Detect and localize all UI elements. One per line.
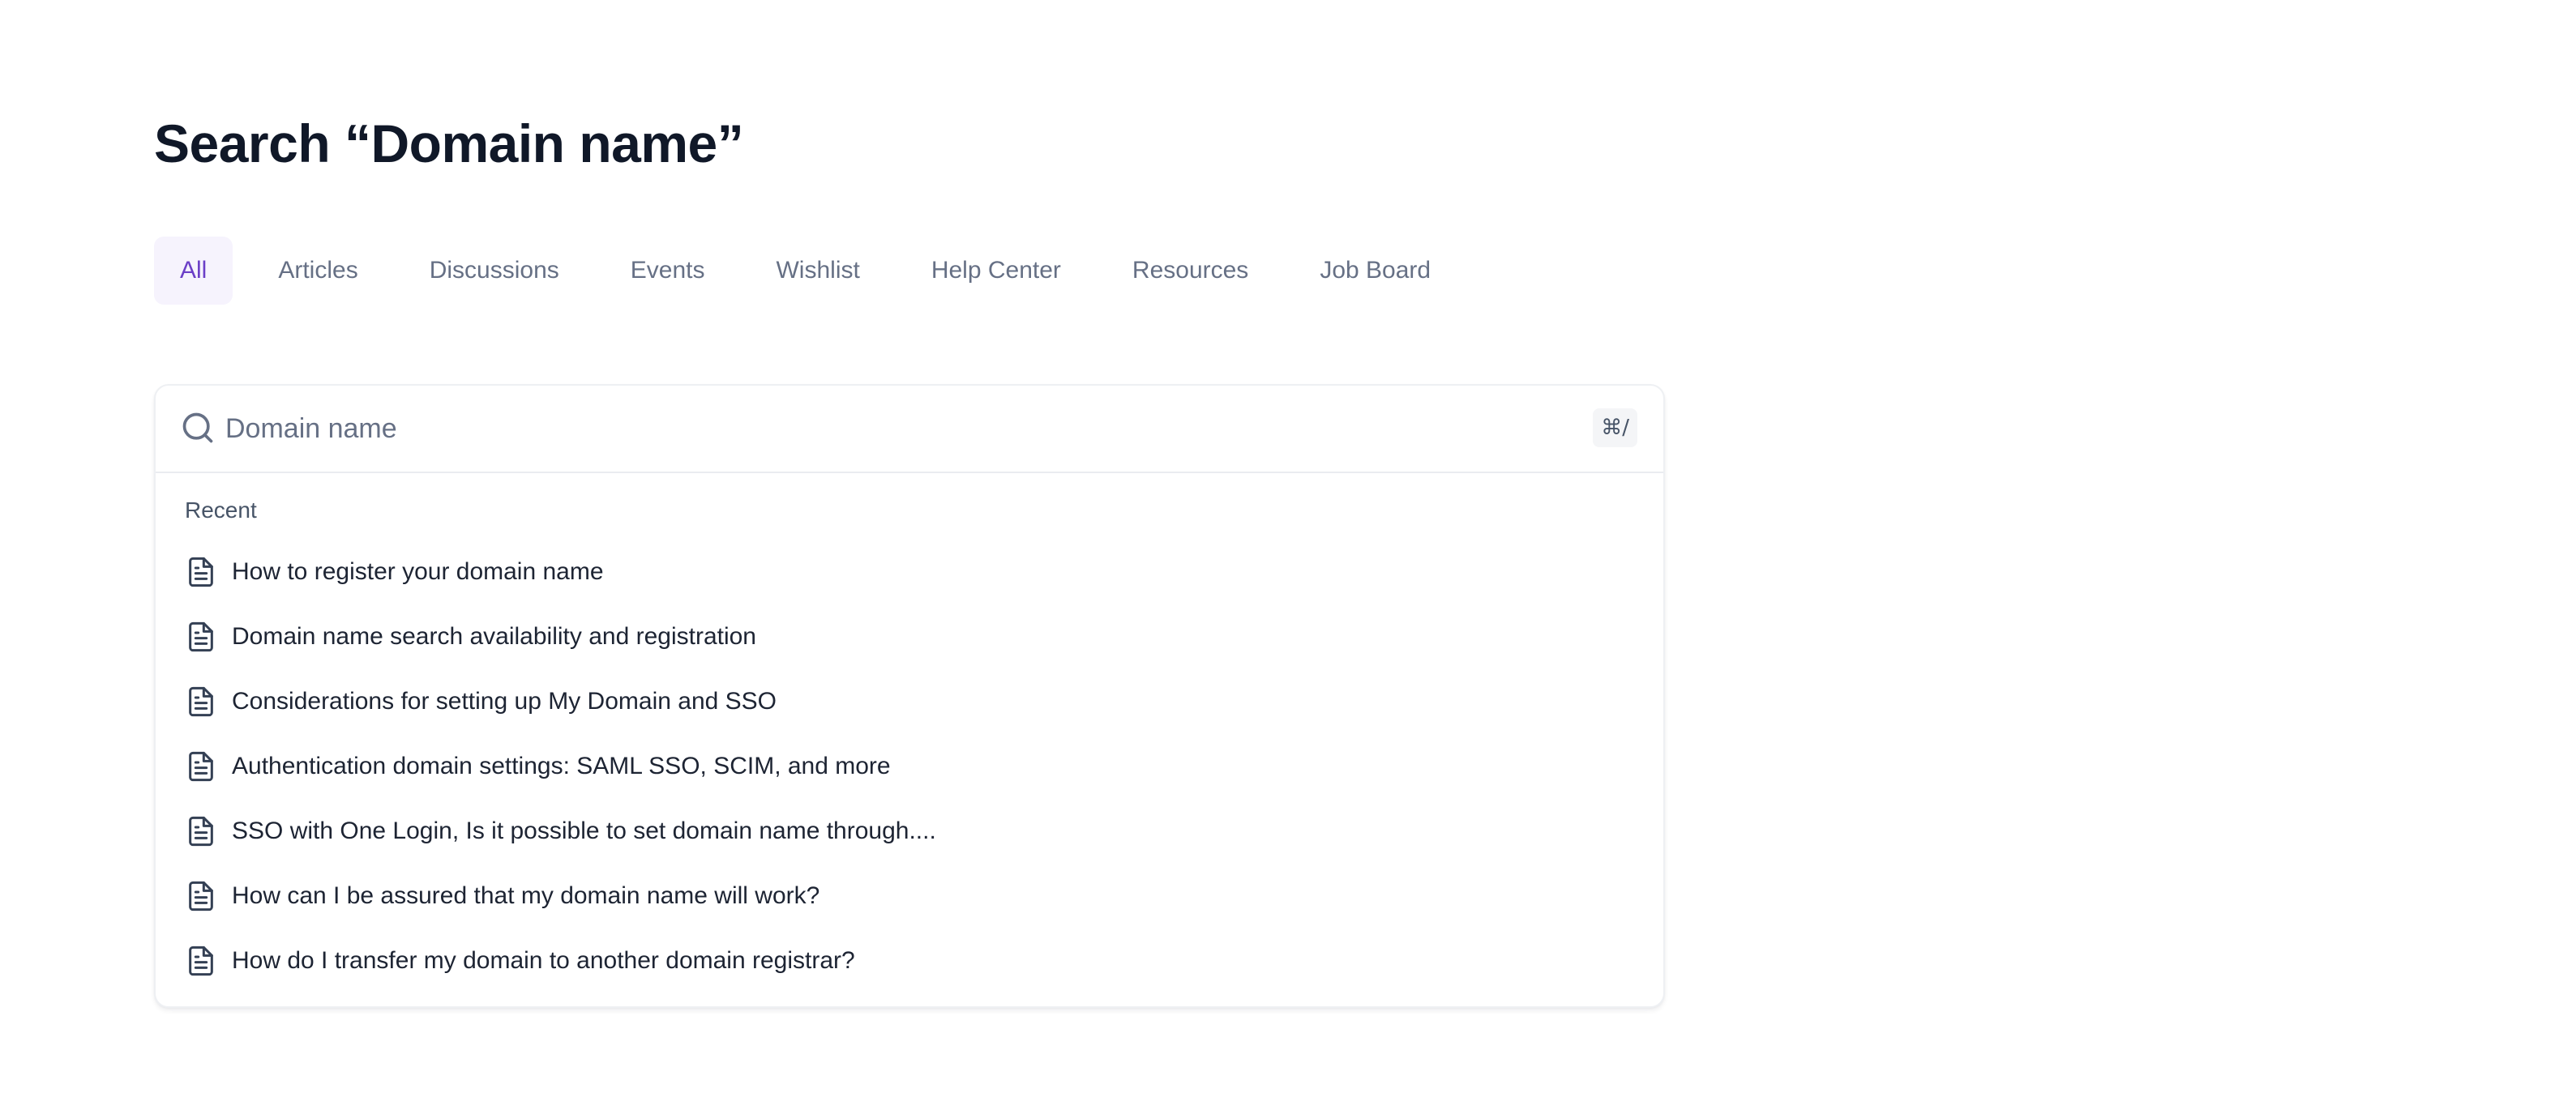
search-results-page: Search “Domain name” All Articles Discus… — [0, 0, 2576, 1110]
search-input[interactable] — [225, 405, 1522, 452]
result-title: Domain name search availability and regi… — [232, 623, 756, 650]
keyboard-shortcut-hint: ⌘/ — [1593, 408, 1637, 447]
list-item[interactable]: SSO with One Login, Is it possible to se… — [185, 799, 936, 864]
result-title: How do I transfer my domain to another d… — [232, 947, 855, 974]
result-title: SSO with One Login, Is it possible to se… — [232, 818, 936, 844]
list-item[interactable]: How can I be assured that my domain name… — [185, 864, 936, 929]
result-title: Authentication domain settings: SAML SSO… — [232, 753, 891, 779]
tab-resources[interactable]: Resources — [1106, 237, 1274, 305]
list-item[interactable]: How to register your domain name — [185, 540, 936, 604]
search-icon — [182, 412, 213, 443]
document-icon — [189, 946, 213, 976]
list-item[interactable]: Domain name search availability and regi… — [185, 604, 936, 669]
list-item[interactable]: Authentication domain settings: SAML SSO… — [185, 734, 936, 799]
tab-help-center[interactable]: Help Center — [905, 237, 1087, 305]
list-item[interactable]: How do I transfer my domain to another d… — [185, 929, 936, 993]
result-title: How can I be assured that my domain name… — [232, 882, 820, 909]
tab-articles[interactable]: Articles — [252, 237, 383, 305]
document-icon — [189, 751, 213, 782]
search-bar: ⌘/ — [156, 386, 1663, 473]
tab-discussions[interactable]: Discussions — [404, 237, 585, 305]
result-title: Considerations for setting up My Domain … — [232, 688, 777, 715]
search-panel: ⌘/ Recent How to register your domain na… — [154, 384, 1665, 1008]
page-title: Search “Domain name” — [154, 113, 744, 173]
document-icon — [189, 816, 213, 847]
list-item[interactable]: Considerations for setting up My Domain … — [185, 669, 936, 734]
document-icon — [189, 881, 213, 911]
recent-results-list: How to register your domain name Domain … — [185, 540, 936, 993]
tab-wishlist[interactable]: Wishlist — [750, 237, 885, 305]
category-tabs: All Articles Discussions Events Wishlist… — [154, 237, 1476, 305]
recent-label: Recent — [185, 497, 257, 523]
tab-all[interactable]: All — [154, 237, 233, 305]
tab-job-board[interactable]: Job Board — [1294, 237, 1457, 305]
document-icon — [189, 557, 213, 587]
tab-events[interactable]: Events — [605, 237, 731, 305]
document-icon — [189, 621, 213, 652]
document-icon — [189, 686, 213, 717]
result-title: How to register your domain name — [232, 558, 604, 585]
